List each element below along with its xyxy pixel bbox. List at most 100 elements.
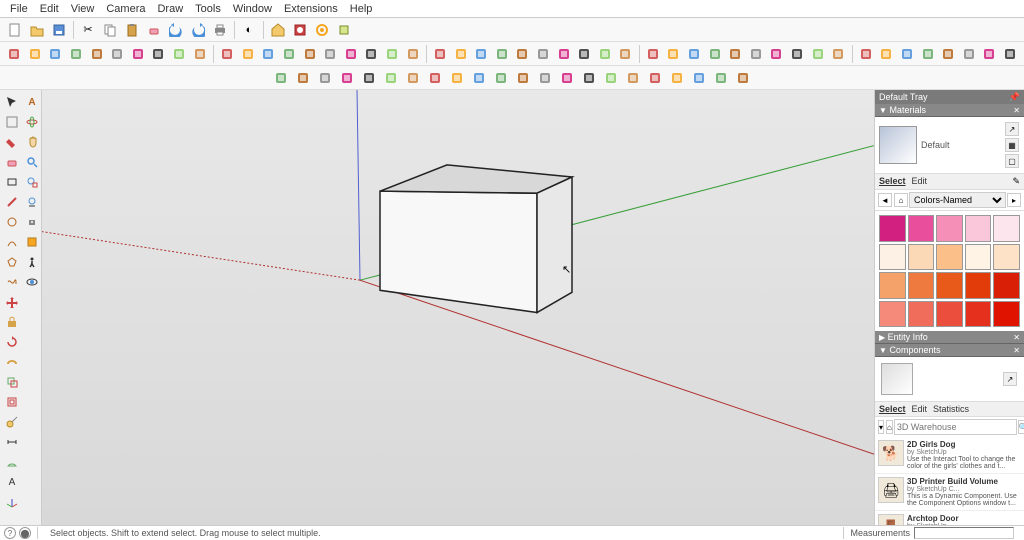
circle-tool-icon[interactable] xyxy=(3,213,21,231)
plugin-tool-46-icon[interactable] xyxy=(980,44,999,64)
color-swatch-7[interactable] xyxy=(936,244,963,271)
extension-warehouse-icon[interactable] xyxy=(290,20,310,40)
materials-close-icon[interactable]: ✕ xyxy=(1013,106,1020,115)
extension-manager-icon[interactable] xyxy=(312,20,332,40)
plugin-tool-12-icon[interactable] xyxy=(259,44,278,64)
plugin-tool-17-icon[interactable] xyxy=(362,44,381,64)
tray-pin-icon[interactable]: 📌 xyxy=(1009,92,1020,103)
copy-icon[interactable] xyxy=(100,20,120,40)
components-home-icon[interactable]: ⌂ xyxy=(886,420,893,434)
color-swatch-16[interactable] xyxy=(908,301,935,328)
measurements-input[interactable] xyxy=(914,527,1014,539)
library-menu-icon[interactable]: ▸ xyxy=(1007,193,1021,207)
menu-draw[interactable]: Draw xyxy=(151,2,189,15)
color-swatch-2[interactable] xyxy=(936,215,963,242)
right-view-icon[interactable] xyxy=(337,68,357,88)
shadows-date-icon[interactable] xyxy=(557,68,577,88)
shaded-style-icon[interactable] xyxy=(469,68,489,88)
plugin-tool-0-icon[interactable] xyxy=(5,44,24,64)
select-tool-icon[interactable] xyxy=(3,93,21,111)
plugin-tool-37-icon[interactable] xyxy=(788,44,807,64)
plugin-tool-24-icon[interactable] xyxy=(513,44,532,64)
rotate-tool-icon[interactable] xyxy=(3,333,21,351)
color-swatch-5[interactable] xyxy=(879,244,906,271)
material-send-icon[interactable]: ↗ xyxy=(1005,122,1019,136)
plugin-tool-8-icon[interactable] xyxy=(170,44,189,64)
orbit-tool-icon[interactable] xyxy=(23,113,41,131)
scene-prev-icon[interactable] xyxy=(667,68,687,88)
materials-panel-header[interactable]: ▼ Materials ✕ xyxy=(875,104,1024,117)
material-default-icon[interactable]: ▢ xyxy=(1005,154,1019,168)
color-swatch-3[interactable] xyxy=(965,215,992,242)
components-tab-statistics[interactable]: Statistics xyxy=(933,404,969,414)
menu-edit[interactable]: Edit xyxy=(34,2,65,15)
fog-toggle-icon[interactable] xyxy=(579,68,599,88)
animation-settings-icon[interactable] xyxy=(733,68,753,88)
zoom-tool-icon[interactable] xyxy=(23,153,41,171)
plugin-tool-29-icon[interactable] xyxy=(616,44,635,64)
color-swatch-9[interactable] xyxy=(993,244,1020,271)
shaded-texture-style-icon[interactable] xyxy=(491,68,511,88)
look-around-icon[interactable] xyxy=(23,273,41,291)
undo-icon[interactable] xyxy=(166,20,186,40)
iso-view-icon[interactable] xyxy=(271,68,291,88)
plugin-tool-10-icon[interactable] xyxy=(218,44,237,64)
plugin-tool-38-icon[interactable] xyxy=(808,44,827,64)
monochrome-style-icon[interactable] xyxy=(513,68,533,88)
color-swatch-10[interactable] xyxy=(879,272,906,299)
make-component-icon[interactable] xyxy=(3,113,21,131)
color-swatch-0[interactable] xyxy=(879,215,906,242)
freehand-tool-icon[interactable] xyxy=(3,273,21,291)
left-view-icon[interactable] xyxy=(381,68,401,88)
component-thumbnail[interactable] xyxy=(881,363,913,395)
color-swatch-6[interactable] xyxy=(908,244,935,271)
color-swatch-17[interactable] xyxy=(936,301,963,328)
arc-tool-icon[interactable] xyxy=(3,233,21,251)
xray-style-icon[interactable] xyxy=(403,68,423,88)
rectangle-tool-icon[interactable] xyxy=(3,173,21,191)
plugin-tool-30-icon[interactable] xyxy=(644,44,663,64)
plugin-tool-25-icon[interactable] xyxy=(534,44,553,64)
color-swatch-18[interactable] xyxy=(965,301,992,328)
library-back-icon[interactable]: ◄ xyxy=(878,193,892,207)
menu-tools[interactable]: Tools xyxy=(189,2,227,15)
plugin-tool-16-icon[interactable] xyxy=(341,44,360,64)
plugin-tool-23-icon[interactable] xyxy=(493,44,512,64)
component-send-icon[interactable]: ↗ xyxy=(1003,372,1017,386)
new-file-icon[interactable] xyxy=(5,20,25,40)
plugin-tool-33-icon[interactable] xyxy=(705,44,724,64)
model-info-icon[interactable]: ◐ xyxy=(239,20,259,40)
plugin-tool-39-icon[interactable] xyxy=(829,44,848,64)
help-icon[interactable]: ? xyxy=(4,527,16,539)
add-location-icon[interactable] xyxy=(334,20,354,40)
plugin-tool-28-icon[interactable] xyxy=(595,44,614,64)
redo-icon[interactable] xyxy=(188,20,208,40)
plugin-tool-36-icon[interactable] xyxy=(767,44,786,64)
menu-camera[interactable]: Camera xyxy=(100,2,151,15)
open-file-icon[interactable] xyxy=(27,20,47,40)
color-swatch-11[interactable] xyxy=(908,272,935,299)
plugin-tool-43-icon[interactable] xyxy=(918,44,937,64)
animation-play-icon[interactable] xyxy=(711,68,731,88)
paste-icon[interactable] xyxy=(122,20,142,40)
materials-tab-edit[interactable]: Edit xyxy=(912,176,928,187)
erase-icon[interactable] xyxy=(144,20,164,40)
color-swatch-15[interactable] xyxy=(879,301,906,328)
position-camera-icon[interactable] xyxy=(23,213,41,231)
section-plane-icon[interactable] xyxy=(23,233,41,251)
plugin-tool-31-icon[interactable] xyxy=(664,44,683,64)
plugin-tool-15-icon[interactable] xyxy=(321,44,340,64)
section-fill-icon[interactable] xyxy=(645,68,665,88)
plugin-tool-13-icon[interactable] xyxy=(280,44,299,64)
plugin-tool-6-icon[interactable] xyxy=(129,44,148,64)
component-item[interactable]: 🖨3D Printer Build Volumeby SketchUp C...… xyxy=(875,474,1024,511)
plugin-tool-3-icon[interactable] xyxy=(67,44,86,64)
hidden-line-style-icon[interactable] xyxy=(447,68,467,88)
component-item[interactable]: 🐕2D Girls Dogby SketchUpUse the Interact… xyxy=(875,437,1024,474)
components-nav-back-icon[interactable]: ▾ xyxy=(878,420,884,434)
plugin-tool-32-icon[interactable] xyxy=(685,44,704,64)
back-view-icon[interactable] xyxy=(359,68,379,88)
plugin-tool-7-icon[interactable] xyxy=(149,44,168,64)
walk-tool-icon[interactable] xyxy=(23,253,41,271)
protractor-tool-icon[interactable] xyxy=(3,453,21,471)
